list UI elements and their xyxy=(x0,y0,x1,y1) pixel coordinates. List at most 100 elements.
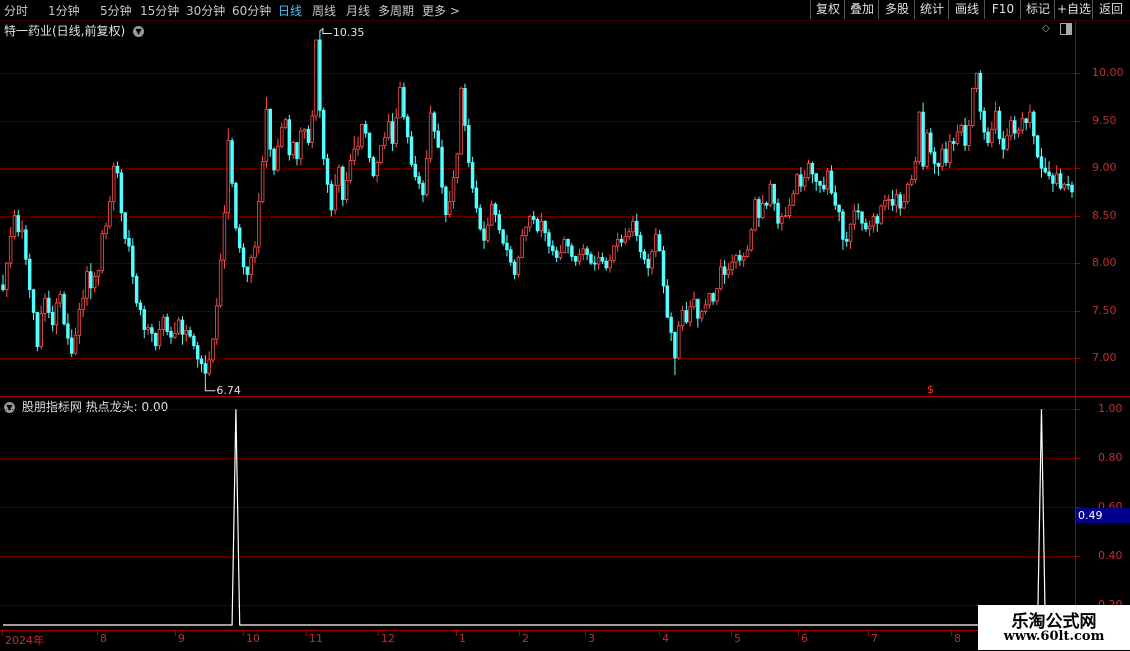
candle-body xyxy=(96,270,101,277)
candle-body xyxy=(619,238,624,243)
candle-body xyxy=(230,140,234,184)
candle-body xyxy=(841,211,845,240)
candle-body xyxy=(627,231,631,237)
candle-body xyxy=(764,202,769,206)
tab-daily[interactable]: 日线 xyxy=(278,2,302,19)
candle-body xyxy=(138,302,143,311)
candle-body xyxy=(795,174,799,195)
date-label: 2 xyxy=(522,632,529,645)
candle-body xyxy=(264,108,269,162)
mark-button[interactable]: 标记 xyxy=(1020,0,1055,19)
candle-body xyxy=(142,309,146,330)
candle-body xyxy=(8,236,13,264)
candle-body xyxy=(299,130,303,160)
candle-body xyxy=(215,305,219,340)
tab-30min[interactable]: 30分钟 xyxy=(186,2,225,19)
candle-body xyxy=(570,245,574,257)
tab-5min[interactable]: 5分钟 xyxy=(100,2,132,19)
current-value-label: 0.49 xyxy=(1078,509,1103,522)
candle-body xyxy=(47,297,51,313)
add-favorite-button[interactable]: +自选 xyxy=(1054,0,1093,19)
candle-body xyxy=(341,166,345,200)
date-label: 8 xyxy=(954,632,961,645)
candle-body xyxy=(661,250,666,287)
candle-body xyxy=(684,310,689,323)
candle-body xyxy=(1035,135,1040,158)
candle-body xyxy=(173,332,177,338)
price-chart-panel[interactable]: 特一药业(日线,前复权) ▼ ◇ 10.35 6.74 $ xyxy=(0,21,1075,397)
candle-body xyxy=(608,259,612,269)
candle-body xyxy=(665,285,670,318)
candle-body xyxy=(218,259,223,307)
draw-line-button[interactable]: 画线 xyxy=(948,0,985,19)
tab-15min[interactable]: 15分钟 xyxy=(140,2,179,19)
candle-body xyxy=(329,183,334,211)
candle-body xyxy=(192,335,196,347)
candle-body xyxy=(478,207,482,230)
candle-body xyxy=(799,174,803,187)
candle-body xyxy=(58,294,63,304)
candle-body xyxy=(864,222,868,230)
candle-body xyxy=(688,306,692,323)
candle-body xyxy=(993,110,998,130)
date-label: 10 xyxy=(246,632,260,645)
candle-body xyxy=(631,220,635,233)
candle-body xyxy=(593,262,597,265)
candle-body xyxy=(1070,184,1074,193)
candle-body xyxy=(1047,171,1051,177)
price-tick-label: 7.50 xyxy=(1092,303,1117,317)
candle-body xyxy=(879,205,883,224)
candle-body xyxy=(260,161,265,202)
candle-body xyxy=(1066,183,1070,186)
candle-body xyxy=(955,131,960,144)
candle-body xyxy=(524,226,528,236)
overlay-button[interactable]: 叠加 xyxy=(844,0,879,19)
candle-body xyxy=(1020,118,1025,131)
tab-1min[interactable]: 1分钟 xyxy=(48,2,80,19)
candle-body xyxy=(948,141,952,163)
candle-body xyxy=(54,302,59,326)
candle-body xyxy=(501,229,505,244)
candle-body xyxy=(837,204,841,213)
f10-button[interactable]: F10 xyxy=(984,0,1021,19)
candle-body xyxy=(467,125,471,163)
candle-body xyxy=(302,128,307,132)
candle-body xyxy=(722,266,727,275)
tab-60min[interactable]: 60分钟 xyxy=(232,2,271,19)
tab-multi-period[interactable]: 多周期 xyxy=(378,2,414,19)
tab-monthly[interactable]: 月线 xyxy=(346,2,370,19)
back-button[interactable]: 返回 xyxy=(1092,0,1129,19)
tab-intraday[interactable]: 分时 xyxy=(4,2,28,19)
statistics-button[interactable]: 统计 xyxy=(914,0,949,19)
candle-body xyxy=(306,128,311,143)
indicator-panel[interactable]: ▼ 股朋指标网 热点龙头: 0.00 xyxy=(0,397,1075,629)
candle-body xyxy=(253,246,257,258)
candle-body xyxy=(848,223,853,242)
candle-body xyxy=(929,132,933,153)
tab-more[interactable]: 更多 > xyxy=(422,2,460,19)
candle-body xyxy=(845,238,849,242)
candle-body xyxy=(226,140,230,214)
candle-body xyxy=(887,199,891,201)
candle-body xyxy=(638,235,643,253)
candle-body xyxy=(405,116,410,138)
candle-body xyxy=(245,266,250,275)
candle-body xyxy=(711,293,715,302)
candle-body xyxy=(1028,111,1032,123)
tab-weekly[interactable]: 周线 xyxy=(312,2,336,19)
candle-body xyxy=(470,162,475,189)
candle-body xyxy=(978,72,983,112)
candle-body xyxy=(554,250,559,258)
candle-body xyxy=(852,210,857,225)
candle-body xyxy=(432,112,437,132)
candle-body xyxy=(867,225,872,230)
adjust-button[interactable]: 复权 xyxy=(810,0,845,19)
candle-body xyxy=(66,323,70,339)
candle-body xyxy=(806,163,811,179)
candle-body xyxy=(890,199,895,206)
candle-body xyxy=(257,200,261,248)
date-label: 7 xyxy=(871,632,878,645)
candle-body xyxy=(791,193,796,206)
multi-stock-button[interactable]: 多股 xyxy=(878,0,915,19)
candle-body xyxy=(318,39,322,111)
